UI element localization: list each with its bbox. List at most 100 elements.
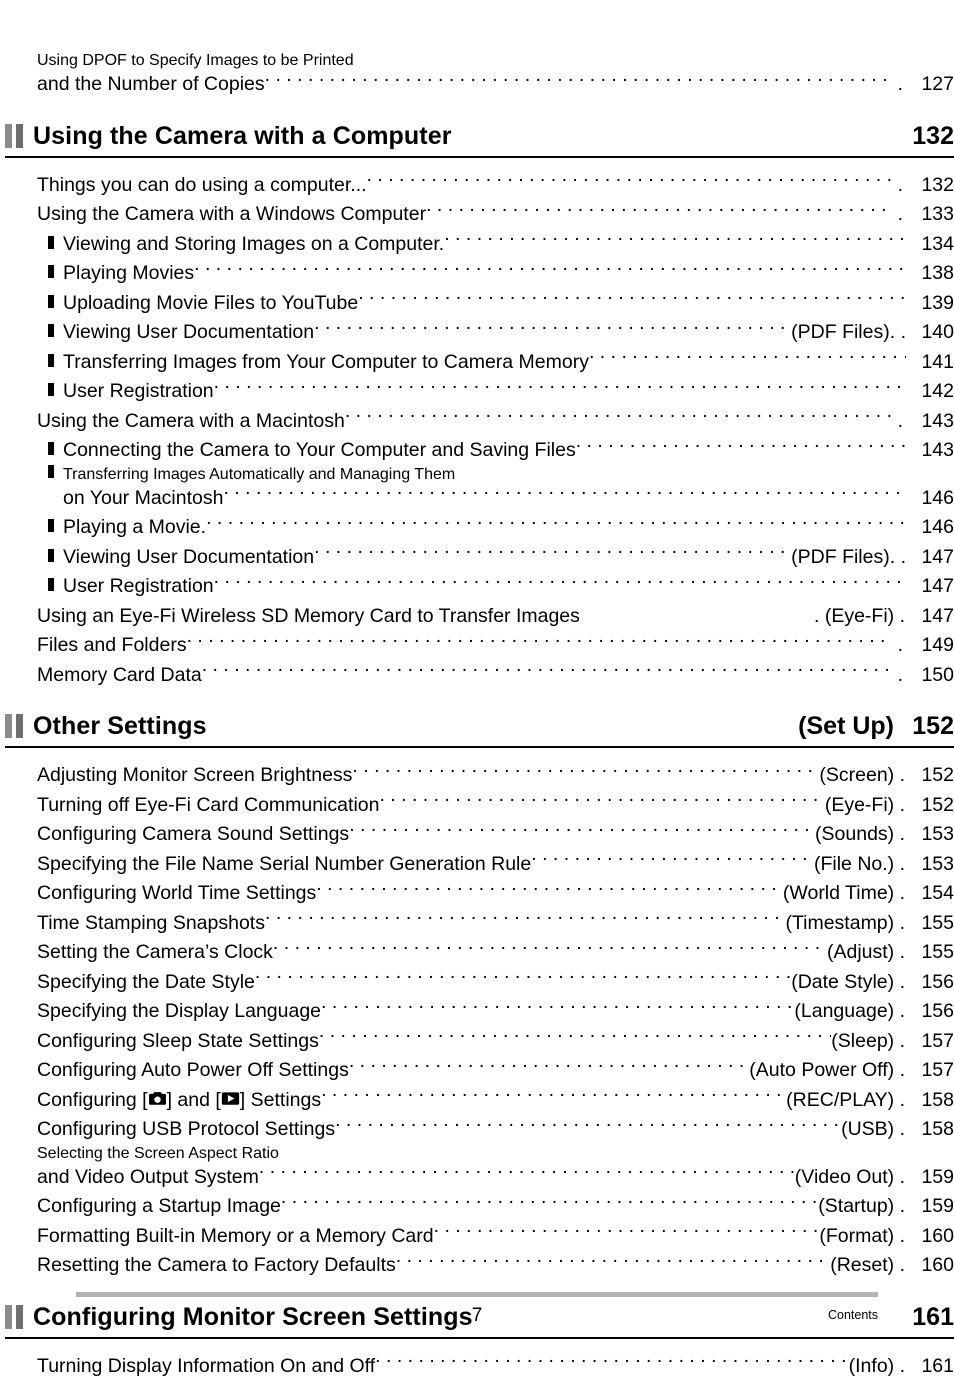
- section-header-using-the-camera-with-a-computer[interactable]: Using the Camera with a Computer 132: [0, 120, 954, 158]
- toc-entry[interactable]: Specifying the Date Style (Date Style) .…: [37, 968, 954, 998]
- toc-entry-title: Configuring World Time Settings: [37, 879, 316, 909]
- page-number: 152: [914, 761, 954, 791]
- toc-entry[interactable]: Configuring a Startup Image (Startup) . …: [37, 1192, 954, 1222]
- page-number: 159: [914, 1163, 954, 1193]
- toc-entry-qualifier: (Screen) .: [819, 761, 905, 791]
- dot-leader: [223, 484, 906, 504]
- toc-entry[interactable]: Specifying the Display Language (Languag…: [37, 997, 954, 1027]
- toc-entry[interactable]: Time Stamping Snapshots (Timestamp) . 15…: [37, 909, 954, 939]
- toc-entry-title-part-a: Configuring [: [37, 1086, 148, 1116]
- toc-entry[interactable]: Playing a Movie. 146: [48, 513, 954, 543]
- toc-entry-qualifier: (Video Out) .: [795, 1163, 905, 1193]
- leader-gap-dot: .: [898, 631, 903, 661]
- toc-entry-wrapped-first-line[interactable]: Selecting the Screen Aspect Ratio: [37, 1145, 954, 1163]
- dot-leader: [316, 880, 783, 900]
- toc-entry[interactable]: User Registration 142: [48, 377, 954, 407]
- toc-entry[interactable]: Files and Folders . 149: [37, 631, 954, 661]
- toc-entry[interactable]: Configuring Sleep State Settings (Sleep)…: [37, 1027, 954, 1057]
- toc-entry-qualifier: (Timestamp) .: [785, 909, 905, 939]
- toc-entry[interactable]: Turning Display Information On and Off (…: [37, 1352, 954, 1381]
- dot-leader: [255, 968, 791, 988]
- toc-entry[interactable]: Memory Card Data . 150: [37, 661, 954, 691]
- toc-entry[interactable]: Setting the Camera’s Clock (Adjust) . 15…: [37, 938, 954, 968]
- page-number: 139: [914, 289, 954, 319]
- play-icon: [221, 1086, 240, 1101]
- toc-entry-wrapped-first-line[interactable]: Transferring Images Automatically and Ma…: [48, 466, 954, 484]
- toc-entry-qualifier: (World Time) .: [783, 879, 905, 909]
- toc-entry[interactable]: Specifying the File Name Serial Number G…: [37, 850, 954, 880]
- toc-entry[interactable]: Formatting Built-in Memory or a Memory C…: [37, 1222, 954, 1252]
- toc-entry[interactable]: Adjusting Monitor Screen Brightness (Scr…: [37, 761, 954, 791]
- intro-entry-line2[interactable]: and the Number of Copies . 127: [37, 70, 954, 100]
- dot-leader: [349, 1057, 749, 1077]
- toc-entry-title-continued: on Your Macintosh: [63, 484, 223, 514]
- section-page-number: 152: [906, 712, 954, 741]
- page-number: 143: [914, 436, 954, 466]
- toc-entry[interactable]: Configuring World Time Settings (World T…: [37, 879, 954, 909]
- toc-entry-title: Memory Card Data: [37, 661, 202, 691]
- dot-leader: [202, 661, 891, 681]
- toc-entry[interactable]: Using the Camera with a Windows Computer…: [37, 200, 954, 230]
- toc-entry[interactable]: User Registration 147: [48, 572, 954, 602]
- dot-leader: [314, 319, 791, 339]
- toc-entry-title: Configuring Camera Sound Settings: [37, 820, 349, 850]
- dot-leader: [206, 514, 906, 534]
- toc-entry[interactable]: Viewing User Documentation (PDF Files). …: [48, 543, 954, 573]
- dot-leader: [319, 1027, 831, 1047]
- page-number: 132: [914, 171, 954, 201]
- toc-entry[interactable]: Configuring Auto Power Off Settings (Aut…: [37, 1056, 954, 1086]
- page-number: 146: [914, 484, 954, 514]
- section-header-other-settings[interactable]: Other Settings (Set Up) 152: [0, 710, 954, 748]
- toc-entry[interactable]: Connecting the Camera to Your Computer a…: [48, 436, 954, 466]
- toc-entry[interactable]: Configuring Camera Sound Settings (Sound…: [37, 820, 954, 850]
- square-bullet-icon: [48, 265, 54, 278]
- square-bullet-icon: [48, 519, 54, 532]
- dot-leader: [589, 348, 906, 368]
- toc-entry-title: Turning off Eye-Fi Card Communication: [37, 791, 379, 821]
- toc-entry[interactable]: Viewing and Storing Images on a Computer…: [48, 230, 954, 260]
- page-number: 157: [914, 1027, 954, 1057]
- toc-entry-title-part-c: ] Settings: [240, 1086, 321, 1116]
- page-number: 158: [914, 1115, 954, 1145]
- page-number: 127: [914, 70, 954, 100]
- toc-entry-qualifier: . (Eye-Fi) .: [814, 602, 905, 632]
- leader-gap-dot: .: [898, 200, 903, 230]
- toc-entry-qualifier: (Eye-Fi) .: [825, 791, 905, 821]
- toc-entry[interactable]: on Your Macintosh 146: [63, 484, 954, 514]
- toc-entry[interactable]: and Video Output System (Video Out) . 15…: [37, 1163, 954, 1193]
- toc-entry-title: Selecting the Screen Aspect Ratio: [37, 1145, 279, 1163]
- dot-leader: [194, 260, 906, 280]
- toc-entry[interactable]: Playing Movies 138: [48, 259, 954, 289]
- dot-leader: [426, 201, 891, 221]
- toc-entry[interactable]: Turning off Eye-Fi Card Communication (E…: [37, 791, 954, 821]
- toc-entry[interactable]: Using an Eye-Fi Wireless SD Memory Card …: [37, 602, 954, 632]
- dot-leader: [335, 1116, 841, 1136]
- page-number: 149: [914, 631, 954, 661]
- page-number: 133: [914, 200, 954, 230]
- dot-leader: [352, 762, 819, 782]
- page-number: 156: [914, 997, 954, 1027]
- toc-entry-title: Configuring Auto Power Off Settings: [37, 1056, 349, 1086]
- toc-entry[interactable]: Transferring Images from Your Computer t…: [48, 348, 954, 378]
- square-bullet-icon: [48, 442, 54, 455]
- intro-entry-block: Using DPOF to Specify Images to be Print…: [0, 0, 954, 100]
- toc-entry-rec-play[interactable]: Configuring [ ] and [ ] Settings (REC/PL…: [37, 1086, 954, 1116]
- page-number: 160: [914, 1222, 954, 1252]
- leader-gap-dot: .: [898, 407, 903, 437]
- toc-entry-title: Using an Eye-Fi Wireless SD Memory Card …: [37, 602, 580, 632]
- toc-entry[interactable]: Configuring USB Protocol Settings (USB) …: [37, 1115, 954, 1145]
- page-number: 147: [914, 602, 954, 632]
- toc-entry[interactable]: Uploading Movie Files to YouTube 139: [48, 289, 954, 319]
- toc-entry-title: Specifying the Date Style: [37, 968, 255, 998]
- toc-entry[interactable]: Viewing User Documentation (PDF Files). …: [48, 318, 954, 348]
- dot-leader: [531, 850, 814, 870]
- footer-page-number: 7: [0, 1305, 954, 1327]
- toc-entry-qualifier: (Info) .: [849, 1352, 905, 1381]
- toc-entry-title: Connecting the Camera to Your Computer a…: [63, 436, 576, 466]
- section-qualifier: (Set Up): [798, 712, 894, 741]
- intro-entry-line1: Using DPOF to Specify Images to be Print…: [37, 52, 954, 70]
- toc-entry[interactable]: Things you can do using a computer... . …: [37, 171, 954, 201]
- toc-entry[interactable]: Using the Camera with a Macintosh . 143: [37, 407, 954, 437]
- page-number: 147: [914, 572, 954, 602]
- toc-entry[interactable]: Resetting the Camera to Factory Defaults…: [37, 1251, 954, 1281]
